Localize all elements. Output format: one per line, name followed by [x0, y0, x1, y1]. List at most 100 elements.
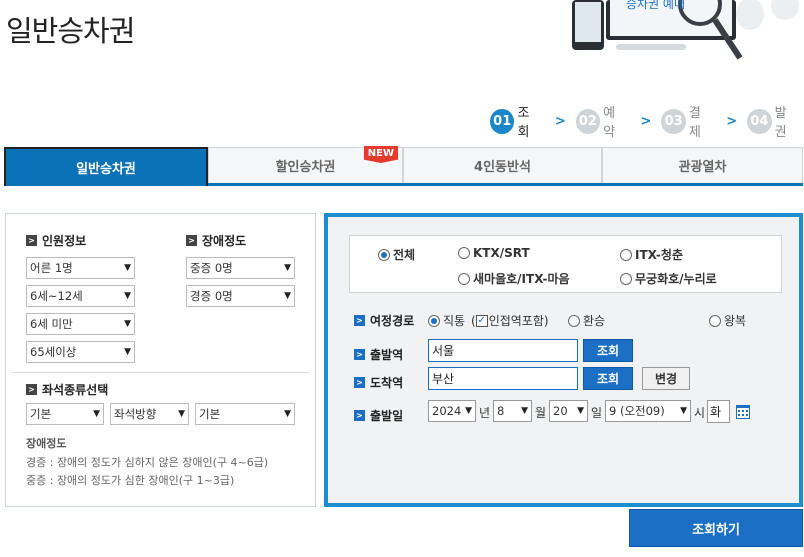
- tab-four-seat[interactable]: 4인동반석: [403, 147, 602, 183]
- train-type-box: 전체 KTX/SRT ITX-청춘 새마을호/ITX-마음 무궁화호/누리로: [349, 235, 782, 293]
- step-reserve: 02 예약: [575, 102, 627, 140]
- adjacent-checkbox[interactable]: ( ✓ 인접역포함 ): [471, 312, 549, 329]
- severe-select[interactable]: 중증 0명 ▼: [186, 257, 295, 279]
- step-label: 예약: [603, 106, 616, 140]
- radio-mugunghwa[interactable]: 무궁화호/누리로: [620, 270, 717, 287]
- radio-label: ITX-청춘: [635, 248, 683, 262]
- radio-icon: [709, 314, 721, 327]
- chevron-down-icon: ▼: [284, 291, 291, 301]
- radio-checked-icon: [378, 248, 390, 261]
- divider: [12, 372, 309, 373]
- child-select[interactable]: 6세~12세 ▼: [26, 285, 135, 307]
- chevron-down-icon: ▼: [577, 406, 584, 416]
- swap-stations-button[interactable]: 변경: [642, 367, 690, 390]
- senior-select[interactable]: 65세이상 ▼: [26, 341, 135, 363]
- progress-steps: 01 조회 > 02 예약 > 03 결제 > 04 발권: [490, 102, 804, 140]
- chevron-right-icon: >: [554, 113, 566, 129]
- arrival-input[interactable]: 부산: [428, 367, 578, 390]
- new-badge: NEW: [363, 146, 398, 163]
- note-mild: 경증 : 장애의 정도가 심하지 않은 장애인(구 4~6급): [26, 456, 269, 469]
- radio-label: 전체: [393, 248, 416, 262]
- disability-heading-text: 장애정도: [202, 234, 247, 248]
- page-title: 일반승차권: [6, 14, 135, 48]
- select-value: 6세 미만: [30, 317, 73, 331]
- passenger-heading: > 인원정보: [26, 232, 86, 249]
- search-button[interactable]: 조회하기: [629, 509, 803, 547]
- chevron-right-icon: >: [26, 235, 37, 246]
- checkbox-label: 인접역포함: [488, 314, 544, 328]
- seat-direction-select[interactable]: 좌석방향 ▼: [110, 403, 189, 425]
- chevron-down-icon: ▼: [521, 406, 528, 416]
- select-value: 기본: [199, 407, 221, 421]
- step-issue: 04 발권: [747, 102, 798, 140]
- chevron-down-icon: ▼: [124, 319, 131, 329]
- radio-label: 왕복: [724, 314, 747, 328]
- select-value: 9 (오전09): [609, 404, 665, 418]
- chevron-down-icon: ▼: [465, 406, 472, 416]
- tab-general[interactable]: 일반승차권: [4, 147, 208, 186]
- route-label: > 여정경로: [354, 312, 414, 329]
- mild-select[interactable]: 경증 0명 ▼: [186, 285, 295, 307]
- seat-type-select[interactable]: 기본 ▼: [26, 403, 104, 425]
- tab-tour-train[interactable]: 관광열차: [602, 147, 803, 183]
- seat-heading: > 좌석종류선택: [26, 381, 108, 398]
- hour-unit: 시: [694, 406, 706, 420]
- departure-label: > 출발역: [354, 346, 403, 363]
- step-number: 04: [747, 108, 772, 134]
- chevron-down-icon: ▼: [680, 406, 687, 416]
- chevron-down-icon: ▼: [178, 409, 185, 419]
- chevron-down-icon: ▼: [124, 263, 131, 273]
- select-value: 중증 0명: [190, 261, 233, 275]
- route-label-text: 여정경로: [370, 314, 415, 328]
- note-severe: 중증 : 장애의 정도가 심한 장애인(구 1~3급): [26, 474, 235, 487]
- paren-close: ): [543, 313, 549, 328]
- departure-search-button[interactable]: 조회: [583, 339, 633, 362]
- chevron-right-icon: >: [186, 235, 197, 246]
- radio-icon: [458, 247, 470, 259]
- step-number: 03: [661, 108, 686, 134]
- chevron-right-icon: >: [354, 377, 365, 388]
- step-number: 02: [575, 108, 601, 134]
- calendar-icon[interactable]: [736, 404, 750, 423]
- chevron-right-icon: >: [354, 349, 365, 360]
- tab-discount[interactable]: 할인승차권 NEW: [208, 146, 403, 183]
- month-select[interactable]: 8 ▼: [493, 400, 532, 422]
- day-select[interactable]: 20 ▼: [549, 400, 588, 422]
- select-value: 좌석방향: [114, 407, 157, 421]
- step-number: 01: [490, 108, 515, 134]
- hour-select[interactable]: 9 (오전09) ▼: [605, 400, 691, 422]
- radio-itx-cheongchun[interactable]: ITX-청춘: [620, 246, 683, 263]
- passenger-panel: > 인원정보 어른 1명 ▼ 6세~12세 ▼ 6세 미만 ▼ 65세이상 ▼ > 장애…: [5, 213, 316, 507]
- year-select[interactable]: 2024 ▼: [428, 400, 476, 422]
- departure-input[interactable]: 서울: [428, 339, 578, 362]
- radio-ktx-srt[interactable]: KTX/SRT: [458, 246, 530, 260]
- chevron-right-icon: >: [354, 315, 365, 326]
- select-value: 20: [553, 404, 568, 418]
- infant-select[interactable]: 6세 미만 ▼: [26, 313, 135, 335]
- arrival-search-button[interactable]: 조회: [583, 367, 633, 390]
- select-value: 6세~12세: [30, 289, 83, 303]
- radio-direct[interactable]: 직통: [428, 312, 465, 329]
- weekday-field: 화: [707, 400, 730, 423]
- adult-select[interactable]: 어른 1명 ▼: [26, 257, 135, 279]
- chevron-right-icon: >: [640, 113, 652, 129]
- radio-icon: [620, 272, 632, 285]
- seat-position-select[interactable]: 기본 ▼: [195, 403, 295, 425]
- date-label-text: 출발일: [370, 409, 404, 423]
- chevron-down-icon: ▼: [124, 291, 131, 301]
- radio-saemaeul[interactable]: 새마을호/ITX-마음: [458, 270, 570, 287]
- month-unit: 월: [535, 406, 547, 420]
- chevron-right-icon: >: [726, 113, 738, 129]
- radio-transfer[interactable]: 환승: [568, 312, 605, 329]
- radio-round-trip[interactable]: 왕복: [709, 312, 746, 329]
- seat-heading-text: 좌석종류선택: [42, 383, 109, 397]
- chevron-down-icon: ▼: [284, 409, 291, 419]
- radio-label: 직통: [443, 314, 466, 328]
- radio-all[interactable]: 전체: [378, 246, 415, 263]
- select-value: 기본: [30, 407, 52, 421]
- select-value: 어른 1명: [30, 261, 73, 275]
- date-label: > 출발일: [354, 407, 403, 424]
- radio-icon: [620, 248, 632, 261]
- tab-label: 할인승차권: [275, 160, 336, 175]
- ticket-tabs: 일반승차권 할인승차권 NEW 4인동반석 관광열차: [4, 146, 803, 186]
